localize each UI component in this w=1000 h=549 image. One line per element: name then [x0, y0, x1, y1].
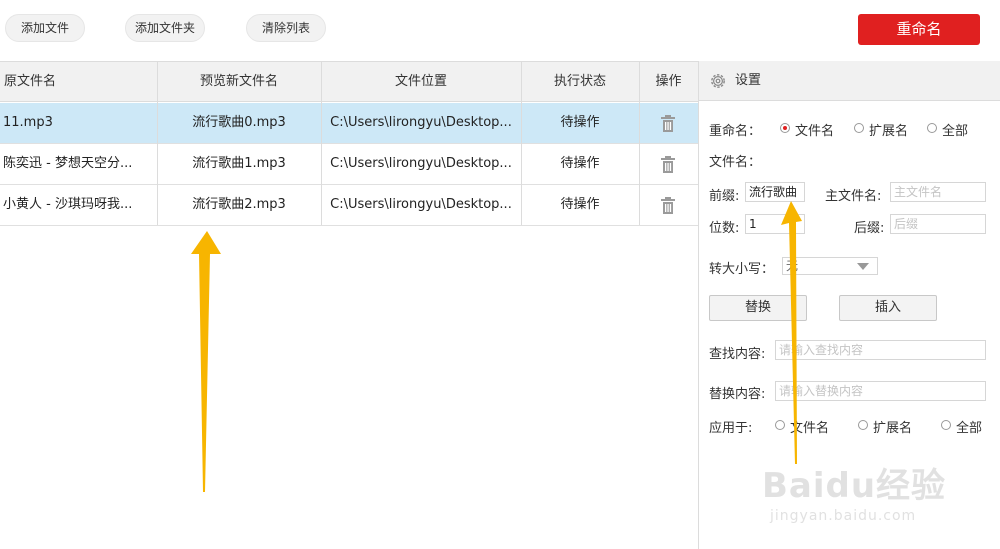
filename-section-label: 文件名： — [709, 155, 762, 170]
preview-name-cell: 流行歌曲1.mp3 — [192, 156, 286, 171]
settings-title: 设置 — [735, 73, 762, 88]
table-row[interactable]: 小黄人 - 沙琪玛呀我... 流行歌曲2.mp3 C:\Users\lirong… — [0, 185, 698, 226]
column-header-status[interactable]: 执行状态 — [521, 62, 639, 102]
chevron-down-icon — [857, 263, 869, 270]
location-cell: C:\Users\lirongyu\Desktop... — [330, 156, 512, 171]
suffix-label: 后缀: — [854, 221, 885, 236]
digits-input[interactable]: 1 — [745, 214, 805, 234]
settings-header: 设置 — [699, 61, 1000, 101]
apply-to-label: 应用于: — [709, 421, 753, 436]
app-window: 添加文件 添加文件夹 清除列表 重命名 原文件名 预览新文件名 文件位置 执行状… — [0, 0, 1000, 549]
trash-icon[interactable] — [660, 115, 676, 132]
rename-target-label: 重命名： — [709, 124, 762, 139]
find-input[interactable]: 请输入查找内容 — [775, 340, 986, 360]
file-table: 原文件名 预览新文件名 文件位置 执行状态 操作 11.mp3 流行歌曲0.mp… — [0, 61, 698, 549]
rename-all-label[interactable]: 全部 — [942, 120, 968, 139]
find-label: 查找内容: — [709, 347, 766, 362]
replace-button[interactable]: 替换 — [709, 295, 807, 321]
add-file-button[interactable]: 添加文件 — [5, 14, 85, 42]
preview-name-cell: 流行歌曲0.mp3 — [192, 115, 286, 130]
prefix-label: 前缀: — [709, 189, 740, 204]
column-header-original-name[interactable]: 原文件名 — [0, 62, 157, 102]
rename-all-radio[interactable] — [927, 123, 937, 133]
watermark-brand: Baidu经验 — [762, 466, 947, 506]
case-label: 转大小写： — [709, 262, 775, 277]
rename-extension-radio[interactable] — [854, 123, 864, 133]
table-header: 原文件名 预览新文件名 文件位置 执行状态 操作 — [0, 62, 698, 102]
column-divider — [321, 62, 322, 225]
status-cell: 待操作 — [560, 197, 600, 212]
apply-all-radio[interactable] — [941, 420, 951, 430]
column-divider — [521, 62, 522, 225]
suffix-input[interactable]: 后缀 — [890, 214, 986, 234]
case-select[interactable]: 无 — [782, 257, 878, 275]
baidu-watermark: Baidu经验 jingyan.baidu.com — [762, 458, 992, 538]
apply-extension-radio[interactable] — [858, 420, 868, 430]
rename-filename-radio[interactable] — [780, 123, 790, 133]
insert-button[interactable]: 插入 — [839, 295, 937, 321]
trash-icon[interactable] — [660, 197, 676, 214]
location-cell: C:\Users\lirongyu\Desktop... — [330, 197, 512, 212]
column-header-location[interactable]: 文件位置 — [321, 62, 521, 102]
rename-extension-label[interactable]: 扩展名 — [869, 120, 908, 139]
case-select-value: 无 — [786, 259, 799, 273]
apply-extension-label[interactable]: 扩展名 — [873, 417, 912, 436]
watermark-url: jingyan.baidu.com — [770, 508, 917, 524]
rename-filename-label[interactable]: 文件名 — [795, 120, 834, 139]
status-cell: 待操作 — [560, 156, 600, 171]
add-folder-button[interactable]: 添加文件夹 — [125, 14, 205, 42]
original-name-cell: 小黄人 - 沙琪玛呀我... — [3, 197, 133, 212]
apply-filename-label[interactable]: 文件名 — [790, 417, 829, 436]
column-header-action: 操作 — [655, 74, 682, 89]
toolbar: 添加文件 添加文件夹 清除列表 重命名 — [0, 0, 1000, 60]
table-row[interactable]: 陈奕迅 - 梦想天空分... 流行歌曲1.mp3 C:\Users\lirong… — [0, 144, 698, 185]
gear-icon — [711, 74, 725, 88]
clear-list-button[interactable]: 清除列表 — [246, 14, 326, 42]
column-divider — [639, 62, 640, 225]
main-name-input[interactable]: 主文件名 — [890, 182, 986, 202]
column-divider — [157, 62, 158, 225]
trash-icon[interactable] — [660, 156, 676, 173]
location-cell: C:\Users\lirongyu\Desktop... — [330, 115, 512, 130]
original-name-cell: 陈奕迅 - 梦想天空分... — [3, 156, 133, 171]
digits-label: 位数: — [709, 221, 740, 236]
replace-content-label: 替换内容: — [709, 387, 766, 402]
preview-name-cell: 流行歌曲2.mp3 — [192, 197, 286, 212]
apply-all-label[interactable]: 全部 — [956, 417, 982, 436]
main-name-label: 主文件名: — [825, 189, 882, 204]
status-cell: 待操作 — [560, 115, 600, 130]
rename-button[interactable]: 重命名 — [858, 14, 980, 45]
prefix-input[interactable]: 流行歌曲 — [745, 182, 805, 202]
column-header-preview-name[interactable]: 预览新文件名 — [157, 62, 321, 102]
original-name-cell: 11.mp3 — [3, 115, 53, 130]
table-row[interactable]: 11.mp3 流行歌曲0.mp3 C:\Users\lirongyu\Deskt… — [0, 103, 698, 144]
apply-filename-radio[interactable] — [775, 420, 785, 430]
replace-input[interactable]: 请输入替换内容 — [775, 381, 986, 401]
